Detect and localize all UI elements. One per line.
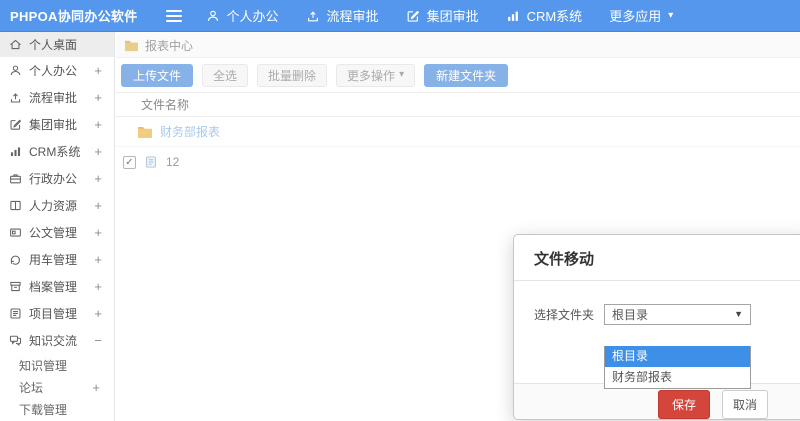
dialog-body: 选择文件夹 根目录 ▼ 根目录 财务部报表 <box>514 281 800 391</box>
folder-select-field: 选择文件夹 根目录 ▼ <box>514 281 800 325</box>
document-card-icon <box>10 228 21 237</box>
nav-group-approval[interactable]: 集团审批 <box>406 6 479 25</box>
table-row-folder[interactable]: 财务部报表 <box>116 117 800 147</box>
nav-label: 个人办公 <box>226 9 279 24</box>
expand-plus-icon[interactable]: + <box>94 117 102 132</box>
file-name-column-header: 文件名称 <box>116 92 800 117</box>
expand-plus-icon[interactable]: + <box>94 279 102 294</box>
bar-chart-icon <box>10 147 21 157</box>
file-name-label: 12 <box>166 155 180 169</box>
project-list-icon <box>10 308 21 319</box>
vehicle-icon <box>10 255 20 265</box>
chat-bubbles-icon <box>9 335 22 347</box>
home-icon <box>10 39 21 50</box>
file-icon <box>146 156 156 168</box>
expand-plus-icon[interactable]: + <box>94 198 102 213</box>
nav-crm-system[interactable]: CRM系统 <box>506 6 583 25</box>
nav-label: 流程审批 <box>326 9 379 24</box>
table-row-file[interactable]: ✓ 12 <box>116 147 800 177</box>
sidebar-submenu: 知识管理 论坛 + 下载管理 <box>0 354 114 420</box>
expand-plus-icon[interactable]: + <box>94 144 102 159</box>
folder-icon <box>138 126 152 138</box>
option-root-directory[interactable]: 根目录 <box>605 346 750 367</box>
app-title: PHPOA协同办公软件 <box>10 9 138 24</box>
chevron-down-icon: ▾ <box>668 9 674 21</box>
nav-personal-office[interactable]: 个人办公 <box>206 6 279 25</box>
breadcrumb-label: 报表中心 <box>145 38 194 53</box>
more-operations-button[interactable]: 更多操作 ▾ <box>336 63 416 87</box>
chevron-down-icon: ▾ <box>399 69 405 80</box>
file-move-dialog: 文件移动 选择文件夹 根目录 ▼ 根目录 财务部报表 保存 取消 <box>513 234 800 420</box>
edit-square-icon <box>407 10 419 22</box>
sidebar-item-crm-system[interactable]: CRM系统 + <box>0 138 114 165</box>
collapse-minus-icon[interactable]: − <box>94 333 102 348</box>
page: { "navbar": { "brand": "PHPOA协同办公软件", "i… <box>0 0 800 421</box>
expand-plus-icon[interactable]: + <box>94 252 102 267</box>
sidebar-item-document-management[interactable]: 公文管理 + <box>0 219 114 246</box>
dialog-title: 文件移动 <box>514 235 800 281</box>
sidebar-item-admin-office[interactable]: 行政办公 + <box>0 165 114 192</box>
nav-workflow-approval[interactable]: 流程审批 <box>306 6 379 25</box>
book-icon <box>10 200 21 211</box>
expand-plus-icon[interactable]: + <box>92 380 100 395</box>
select-all-button[interactable]: 全选 <box>202 63 249 87</box>
toolbar: 上传文件 全选 批量删除 更多操作 ▾ 新建文件夹 <box>116 58 800 92</box>
new-folder-button[interactable]: 新建文件夹 <box>424 63 509 87</box>
sidebar-item-vehicle-management[interactable]: 用车管理 + <box>0 246 114 273</box>
expand-plus-icon[interactable]: + <box>94 306 102 321</box>
option-finance-reports[interactable]: 财务部报表 <box>605 367 750 388</box>
folder-select-label: 选择文件夹 <box>534 308 595 322</box>
breadcrumb: 报表中心 <box>116 33 800 58</box>
sidebar-subitem-download-management[interactable]: 下载管理 <box>0 398 114 420</box>
sidebar-item-knowledge-exchange[interactable]: 知识交流 − <box>0 327 114 354</box>
sidebar: 个人桌面 个人办公 + 流程审批 + 集团审批 + CRM系统 + 行政办公 +… <box>0 32 115 421</box>
top-menu: 个人办公 流程审批 集团审批 CRM系统 更多应用 ▾ <box>206 6 673 25</box>
folder-name-link[interactable]: 财务部报表 <box>160 123 220 140</box>
expand-plus-icon[interactable]: + <box>94 63 102 78</box>
sidebar-item-personal-desktop[interactable]: 个人桌面 <box>0 32 114 57</box>
sidebar-item-human-resources[interactable]: 人力资源 + <box>0 192 114 219</box>
select-caret-icon: ▼ <box>734 309 743 319</box>
expand-plus-icon[interactable]: + <box>94 225 102 240</box>
sidebar-subitem-knowledge-management[interactable]: 知识管理 <box>0 354 114 376</box>
sidebar-subitem-forum[interactable]: 论坛 + <box>0 376 114 398</box>
edit-square-icon <box>10 119 22 130</box>
sidebar-item-workflow-approval[interactable]: 流程审批 + <box>0 84 114 111</box>
cancel-button[interactable]: 取消 <box>722 390 769 419</box>
save-button[interactable]: 保存 <box>658 390 711 419</box>
top-navbar: PHPOA协同办公软件 个人办公 流程审批 集团审批 CRM系统 更多应用 ▾ <box>0 0 800 32</box>
folder-select[interactable]: 根目录 ▼ <box>604 304 751 325</box>
sidebar-item-archive-management[interactable]: 档案管理 + <box>0 273 114 300</box>
briefcase-icon <box>10 174 21 184</box>
folder-icon <box>125 40 138 51</box>
expand-plus-icon[interactable]: + <box>94 171 102 186</box>
workflow-approval-icon <box>307 10 318 21</box>
menu-toggle-icon[interactable] <box>165 9 182 22</box>
sidebar-item-personal-office[interactable]: 个人办公 + <box>0 57 114 84</box>
user-icon <box>10 65 21 76</box>
bar-chart-icon <box>507 11 518 21</box>
archive-icon <box>10 281 21 292</box>
nav-label: CRM系统 <box>526 9 583 24</box>
selected-value: 根目录 <box>612 308 649 322</box>
folder-select-dropdown: 根目录 财务部报表 <box>604 346 751 389</box>
row-checkbox[interactable]: ✓ <box>123 155 136 169</box>
nav-label: 更多应用 <box>609 9 662 24</box>
sidebar-item-project-management[interactable]: 项目管理 + <box>0 300 114 327</box>
upload-file-button[interactable]: 上传文件 <box>121 63 194 87</box>
nav-label: 集团审批 <box>426 9 479 24</box>
batch-delete-button[interactable]: 批量删除 <box>257 63 328 87</box>
nav-more-apps[interactable]: 更多应用 ▾ <box>609 6 673 25</box>
workflow-approval-icon <box>10 93 21 103</box>
user-icon <box>207 10 218 21</box>
sidebar-item-group-approval[interactable]: 集团审批 + <box>0 111 114 138</box>
expand-plus-icon[interactable]: + <box>94 90 102 105</box>
